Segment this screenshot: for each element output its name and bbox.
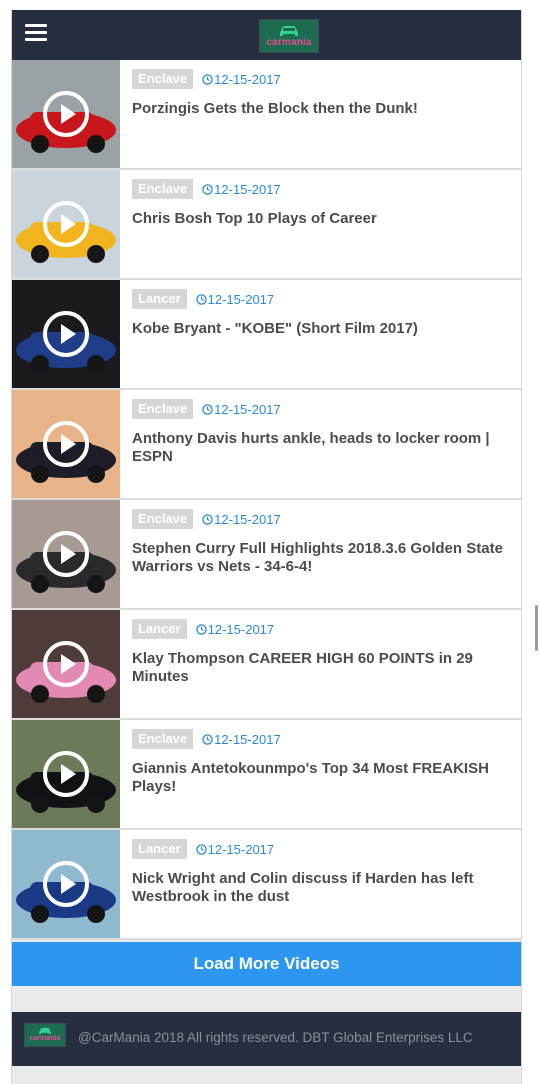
play-circle-icon[interactable] [42, 860, 90, 908]
date-text: 12-15-2017 [214, 71, 281, 87]
video-list-item[interactable]: Lancer 12-15-2017 Klay Thompson CAREER H… [12, 610, 521, 720]
video-meta: Enclave 12-15-2017 [132, 729, 281, 749]
video-title[interactable]: Giannis Antetokounmpo's Top 34 Most FREA… [132, 760, 512, 796]
top-navbar: carmania [12, 10, 521, 60]
video-list-item[interactable]: Lancer 12-15-2017 Kobe Bryant - "KOBE" (… [12, 280, 521, 390]
video-title[interactable]: Nick Wright and Colin discuss if Harden … [132, 870, 512, 906]
video-title[interactable]: Kobe Bryant - "KOBE" (Short Film 2017) [132, 320, 512, 338]
play-circle-icon[interactable] [42, 640, 90, 688]
category-tag[interactable]: Enclave [132, 399, 194, 419]
hamburger-menu-icon[interactable] [25, 24, 47, 42]
category-tag[interactable]: Enclave [132, 179, 194, 199]
video-title[interactable]: Chris Bosh Top 10 Plays of Career [132, 210, 512, 228]
category-tag[interactable]: Enclave [132, 69, 194, 89]
car-logo-icon [280, 25, 298, 36]
video-thumbnail[interactable] [12, 830, 120, 938]
video-list-item[interactable]: Enclave 12-15-2017 Stephen Curry Full Hi… [12, 500, 521, 610]
brand-logo[interactable]: carmania [259, 19, 319, 53]
date-text: 12-15-2017 [214, 181, 281, 197]
clock-icon [202, 403, 213, 415]
date-text: 12-15-2017 [207, 291, 275, 307]
video-thumbnail[interactable] [12, 390, 120, 498]
date-text: 12-15-2017 [214, 401, 281, 417]
video-date: 12-15-2017 [202, 72, 281, 87]
clock-icon [195, 623, 207, 635]
video-meta: Enclave 12-15-2017 [132, 399, 281, 419]
car-logo-icon [39, 1027, 51, 1035]
video-title[interactable]: Stephen Curry Full Highlights 2018.3.6 G… [132, 540, 512, 576]
video-date: 12-15-2017 [202, 182, 281, 197]
clock-icon [202, 183, 213, 195]
category-tag[interactable]: Lancer [132, 619, 187, 639]
category-tag[interactable]: Lancer [132, 839, 187, 859]
video-meta: Enclave 12-15-2017 [132, 69, 281, 89]
video-date: 12-15-2017 [195, 291, 275, 307]
video-list-item[interactable]: Lancer 12-15-2017 Nick Wright and Colin … [12, 830, 521, 940]
video-thumbnail[interactable] [12, 170, 120, 278]
scrollbar-thumb[interactable] [535, 605, 538, 651]
video-date: 12-15-2017 [202, 402, 281, 417]
video-list: Enclave 12-15-2017 Porzingis Gets the Bl… [12, 60, 521, 940]
video-thumbnail[interactable] [12, 60, 120, 168]
clock-icon [202, 733, 213, 745]
video-thumbnail[interactable] [12, 500, 120, 608]
video-meta: Lancer 12-15-2017 [132, 289, 274, 309]
date-text: 12-15-2017 [207, 841, 275, 857]
video-title[interactable]: Porzingis Gets the Block then the Dunk! [132, 100, 512, 118]
logo-text: carmania [266, 36, 312, 48]
footer: carmania @CarMania 2018 All rights reser… [12, 1012, 521, 1066]
video-date: 12-15-2017 [195, 621, 275, 637]
video-date: 12-15-2017 [195, 841, 275, 857]
clock-icon [195, 293, 207, 305]
video-date: 12-15-2017 [202, 512, 281, 527]
footer-logo-text: carmania [29, 1035, 61, 1042]
video-list-item[interactable]: Enclave 12-15-2017 Anthony Davis hurts a… [12, 390, 521, 500]
video-title[interactable]: Klay Thompson CAREER HIGH 60 POINTS in 2… [132, 650, 512, 686]
video-meta: Enclave 12-15-2017 [132, 509, 281, 529]
category-tag[interactable]: Enclave [132, 729, 194, 749]
video-list-item[interactable]: Enclave 12-15-2017 Giannis Antetokounmpo… [12, 720, 521, 830]
app-shell: carmania Enclave 12-15-2017 Porzingis Ge… [11, 10, 522, 1084]
play-circle-icon[interactable] [42, 310, 90, 358]
video-thumbnail[interactable] [12, 720, 120, 828]
play-circle-icon[interactable] [42, 200, 90, 248]
date-text: 12-15-2017 [214, 731, 281, 747]
play-circle-icon[interactable] [42, 750, 90, 798]
play-circle-icon[interactable] [42, 90, 90, 138]
clock-icon [195, 843, 207, 855]
video-meta: Lancer 12-15-2017 [132, 619, 274, 639]
copyright-text: @CarMania 2018 All rights reserved. DBT … [78, 1030, 473, 1045]
video-thumbnail[interactable] [12, 610, 120, 718]
category-tag[interactable]: Lancer [132, 289, 187, 309]
video-list-item[interactable]: Enclave 12-15-2017 Chris Bosh Top 10 Pla… [12, 170, 521, 280]
load-more-button[interactable]: Load More Videos [12, 942, 521, 986]
video-list-item[interactable]: Enclave 12-15-2017 Porzingis Gets the Bl… [12, 60, 521, 170]
clock-icon [202, 513, 213, 525]
play-circle-icon[interactable] [42, 420, 90, 468]
video-meta: Lancer 12-15-2017 [132, 839, 274, 859]
category-tag[interactable]: Enclave [132, 509, 194, 529]
clock-icon [202, 73, 213, 85]
date-text: 12-15-2017 [214, 511, 281, 527]
video-meta: Enclave 12-15-2017 [132, 179, 281, 199]
video-title[interactable]: Anthony Davis hurts ankle, heads to lock… [132, 430, 512, 466]
footer-logo[interactable]: carmania [24, 1023, 66, 1047]
play-circle-icon[interactable] [42, 530, 90, 578]
video-thumbnail[interactable] [12, 280, 120, 388]
video-date: 12-15-2017 [202, 732, 281, 747]
date-text: 12-15-2017 [207, 621, 275, 637]
